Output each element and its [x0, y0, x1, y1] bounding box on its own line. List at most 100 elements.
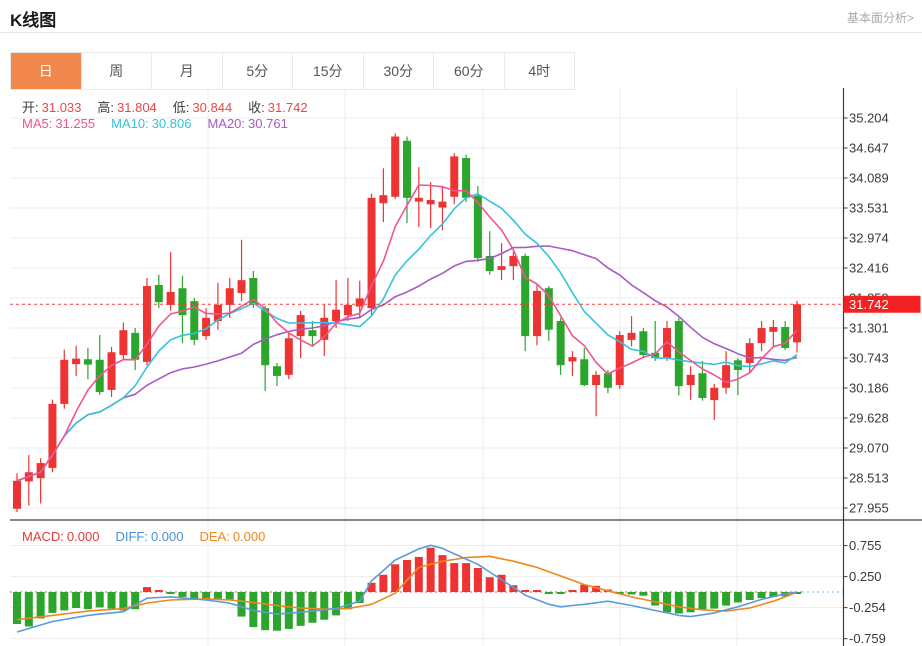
macd-bar [450, 563, 458, 592]
candle-body [462, 158, 470, 198]
price-axis-label: 34.647 [849, 140, 889, 155]
macd-bar [72, 592, 80, 608]
candle-body [108, 352, 116, 390]
candle-body [308, 330, 316, 336]
macd-bar [84, 592, 92, 609]
legend-item: MACD:0.000 [22, 529, 99, 544]
macd-bar [486, 577, 494, 592]
candle-body [391, 137, 399, 197]
candle-body [698, 373, 706, 398]
price-axis-label: 34.089 [849, 170, 889, 185]
legend-item: DEA:0.000 [199, 529, 265, 544]
macd-bar [722, 592, 730, 606]
macd-bar [60, 592, 68, 610]
candle-body [592, 375, 600, 385]
macd-bar [758, 592, 766, 598]
macd-bar [344, 592, 352, 609]
macd-bar [37, 592, 45, 618]
macd-bar [675, 592, 683, 614]
macd-axis-label: 0.755 [849, 538, 882, 553]
candle-body [758, 328, 766, 343]
candle-body [438, 202, 446, 208]
interval-tab-60min[interactable]: 60分 [434, 53, 505, 89]
macd-bar [651, 592, 659, 606]
price-axis-label: 29.070 [849, 441, 889, 456]
macd-bar [25, 592, 33, 626]
candle-body [545, 288, 553, 329]
candle-body [297, 315, 305, 336]
ohlc-legend: 开:31.033高:31.804低:30.844收:31.742 [22, 97, 324, 116]
macd-bar [710, 592, 718, 609]
legend-item: MA10:30.806 [111, 116, 191, 131]
interval-tab-4h[interactable]: 4时 [505, 53, 575, 89]
macd-bar [533, 590, 541, 592]
interval-tab-week[interactable]: 周 [82, 53, 153, 89]
price-axis-label: 27.955 [849, 500, 889, 515]
candle-body [604, 373, 612, 388]
candle-body [226, 288, 234, 305]
macd-bar [427, 548, 435, 592]
price-axis-label: 29.628 [849, 410, 889, 425]
macd-bar [557, 592, 565, 594]
legend-item: 低:30.844 [173, 100, 232, 115]
candle-body [557, 321, 565, 365]
macd-bar [285, 592, 293, 629]
macd-bar [379, 575, 387, 592]
macd-bar [415, 557, 423, 592]
price-axis-label: 28.513 [849, 470, 889, 485]
macd-bar [108, 592, 116, 609]
legend-item: MA5:31.255 [22, 116, 95, 131]
interval-tab-month[interactable]: 月 [152, 53, 223, 89]
macd-bar [568, 590, 576, 592]
candle-body [403, 141, 411, 198]
candle-body [793, 304, 801, 342]
candle-body [427, 200, 435, 204]
macd-bar [332, 592, 340, 615]
candle-body [261, 308, 269, 365]
legend-item: 高:31.804 [97, 100, 156, 115]
interval-tab-15min[interactable]: 15分 [293, 53, 364, 89]
candle-body [415, 198, 423, 202]
candle-body [273, 366, 281, 376]
interval-tab-30min[interactable]: 30分 [364, 53, 435, 89]
price-axis-label: 31.301 [849, 320, 889, 335]
candle-body [710, 388, 718, 400]
candle-body [580, 359, 588, 385]
price-axis-label: 30.743 [849, 351, 889, 366]
legend-item: 收:31.742 [248, 100, 307, 115]
candle-body [13, 481, 21, 509]
candle-body [498, 266, 506, 270]
macd-bar [462, 563, 470, 592]
candle-body [155, 285, 163, 302]
candle-body [143, 286, 151, 362]
macd-bar [474, 568, 482, 592]
legend-item: MA20:30.761 [207, 116, 287, 131]
candle-body [344, 305, 352, 315]
macd-bar [403, 560, 411, 592]
candle-body [533, 291, 541, 336]
macd-bar [214, 592, 222, 599]
price-axis-label: 35.204 [849, 111, 889, 126]
candle-body [568, 357, 576, 361]
candle-body [285, 338, 293, 375]
macd-bar [48, 592, 56, 613]
price-axis-label: 32.416 [849, 260, 889, 275]
candle-body [60, 360, 68, 404]
macd-bar [167, 592, 175, 594]
macd-axis-label: -0.254 [849, 600, 886, 615]
candle-body [769, 327, 777, 332]
macd-bar [663, 592, 671, 612]
candle-body [687, 375, 695, 385]
candle-body [167, 292, 175, 305]
interval-tab-5min[interactable]: 5分 [223, 53, 294, 89]
macd-bar [178, 592, 186, 597]
price-axis-label: 30.186 [849, 380, 889, 395]
candle-body [379, 195, 387, 203]
legend-item: DIFF:0.000 [115, 529, 183, 544]
interval-tab-day[interactable]: 日 [11, 53, 82, 89]
price-axis-label: 33.531 [849, 201, 889, 216]
macd-bar [628, 592, 636, 594]
ma-legend: MA5:31.255 MA10:30.806 MA20:30.761 [22, 116, 304, 131]
candle-body [663, 328, 671, 358]
candle-body [72, 359, 80, 364]
